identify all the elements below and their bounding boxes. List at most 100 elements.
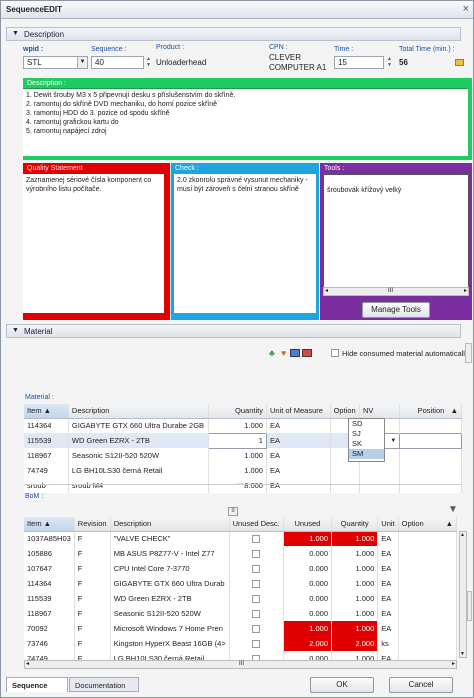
sequence-spinner[interactable]: ▲ ▼ [145,56,152,69]
bom-row[interactable]: 70092 F Microsoft Windows 7 Home Pren 1.000… [24,621,458,636]
folder-icon[interactable] [455,59,464,66]
outer-scroll-thumb[interactable] [467,591,472,621]
bom-row[interactable]: 105886 F MB ASUS P8Z77-V - Intel Z77 0.000 1… [24,546,458,561]
column-header-uom[interactable]: Unit of Measure [266,404,331,419]
sequence-input[interactable]: 40 [91,56,144,69]
time-spinner[interactable]: ▲ ▼ [386,56,393,69]
cpn-value-line1: CLEVER [269,53,302,62]
cell-unused-desc [229,636,284,651]
bom-horizontal-scrollbar[interactable]: ◂ III ▸ [24,660,457,669]
position-input[interactable] [399,432,462,449]
column-header-unit[interactable]: Unit [377,517,399,532]
cell-quantity: 2.000 [331,636,379,651]
tools-item[interactable]: šroubovák křížový velký [327,187,401,194]
transfer-icon[interactable]: ♥ [281,348,286,358]
close-icon[interactable]: × [463,3,469,15]
cell-description: GIGABYTE GTX 660 Ultra Durabe 2GB [68,418,210,433]
tools-list[interactable]: šroubovák křížový velký [323,174,469,295]
bom-row[interactable]: 107647 F CPU Intel Core 7-3770 0.000 1.000 EA [24,561,458,576]
cell-revision: F [74,531,111,546]
scroll-right-icon[interactable]: ▸ [464,287,467,294]
column-header-quantity[interactable]: Quantity [208,404,267,419]
tools-horizontal-scrollbar[interactable]: ◂ III ▸ [323,287,469,296]
unused-desc-checkbox[interactable] [252,580,261,588]
scroll-thumb[interactable]: III [239,661,244,667]
splitter-grip-icon[interactable]: ..... [235,480,243,486]
unused-desc-checkbox[interactable] [252,565,261,573]
column-header-item[interactable]: Item ▲ [24,404,69,419]
quality-text[interactable]: Zaznamenej sériové čísla komponent co vý… [23,174,164,313]
add-material-icon[interactable]: ♣ [269,348,275,358]
scroll-thumb[interactable]: III [388,288,393,294]
description-section-header[interactable]: ▼ Description [6,27,461,41]
cell-option [398,606,458,621]
quantity-input[interactable]: 1 [208,432,267,449]
column-header-quantity[interactable]: Quantity [331,517,379,532]
bom-row[interactable]: 115539 F WD Green EZRX - 2TB 0.000 1.000 EA [24,591,458,606]
cell-option [398,546,458,561]
manage-tools-button[interactable]: Manage Tools [362,302,430,318]
column-header-unused[interactable]: Unused [283,517,333,532]
tab-documentation[interactable]: Documentation [69,677,139,692]
column-header-item[interactable]: Item ▲ [24,517,75,532]
material-scrollbar[interactable] [465,343,472,363]
material-row[interactable]: 115539 WD Green EZRX - 2TB 1 EA ▼ [24,432,462,449]
column-header-revision[interactable]: Revision [74,517,111,532]
cell-revision: F [74,561,111,576]
unused-desc-checkbox[interactable] [252,625,261,633]
ok-button[interactable]: OK [310,677,374,693]
cell-revision: F [74,636,111,651]
column-header-option[interactable]: Option [330,404,360,419]
check-text[interactable]: 2.0 zkonrolu správné vysunut mechaniky -… [174,174,316,313]
list-icon[interactable] [290,349,300,357]
cell-quantity: 1.000 [208,463,267,478]
scroll-right-icon[interactable]: ▸ [452,660,455,667]
nv-option[interactable]: SD [349,419,384,429]
total-time-value: 56 [399,58,408,67]
bom-row[interactable]: 118967 F Seasonic S12II-520 520W 0.000 1.000… [24,606,458,621]
bom-vertical-scrollbar[interactable]: ▲ ▼ [459,531,467,658]
material-row[interactable]: 74749 LG BH10LS30 černá Retail 1.000 EA [24,463,462,478]
cancel-button[interactable]: Cancel [389,677,453,693]
scroll-down-icon[interactable]: ▼ [460,651,465,657]
unused-desc-checkbox[interactable] [252,640,261,648]
column-header-description[interactable]: Description [68,404,210,419]
nv-option[interactable]: SK [349,439,384,449]
bom-row[interactable]: 1037A85H03 F "VALVE CHECK" 1.000 1.000 EA [24,531,458,546]
scroll-up-icon[interactable]: ▲ [460,532,465,538]
hide-consumed-checkbox[interactable] [331,349,339,357]
bom-table: Item ▲ Revision Description Unused Desc.… [24,517,458,666]
unused-desc-checkbox[interactable] [252,535,261,544]
wpid-select[interactable]: STL ▼ [23,56,88,69]
material-section-header[interactable]: ▼ Material [6,324,461,338]
list-toggle-icon[interactable]: ≡ [228,507,238,516]
scroll-left-icon[interactable]: ◂ [325,287,328,294]
column-header-nv[interactable]: NV [359,404,401,419]
cell-description: MB ASUS P8Z77-V - Intel Z77 [110,546,230,561]
bom-row[interactable]: 73746 F Kingston HyperX Beast 16GB (4> 2.00… [24,636,458,651]
material-row[interactable]: 114364 GIGABYTE GTX 660 Ultra Durabe 2GB… [24,418,462,433]
tab-sequence[interactable]: Sequence [6,677,68,692]
column-header-option[interactable]: Option ▲ [398,517,458,532]
bom-row[interactable]: 114364 F GIGABYTE GTX 660 Ultra Durab 0.000… [24,576,458,591]
filter-icon[interactable]: ▼ [448,504,458,515]
unused-desc-checkbox[interactable] [252,595,261,603]
description-text[interactable]: 1. Dewit šrouby M3 x 5 připevnují desku … [23,88,468,156]
cell-unit: EA [377,576,399,591]
col-label: Position [417,406,445,416]
column-header-unused-desc[interactable]: Unused Desc. [229,517,284,532]
nv-option-selected[interactable]: SM [349,449,384,459]
scroll-left-icon[interactable]: ◂ [26,660,29,667]
column-header-description[interactable]: Description [110,517,230,532]
unused-desc-checkbox[interactable] [252,550,261,558]
cell-item: 115539 [24,591,75,606]
unused-desc-checkbox[interactable] [252,610,261,618]
tools-box: Tools : šroubovák křížový velký ◂ III ▸ … [320,163,472,320]
remove-icon[interactable] [302,349,312,357]
column-header-position[interactable]: Position ▲ [399,404,462,419]
cell-option [330,463,360,478]
nv-option[interactable]: SJ [349,429,384,439]
time-input[interactable]: 15 [334,56,384,69]
material-row[interactable]: 118967 Seasonic S12II-520 520W 1.000 EA [24,448,462,463]
window-title: SequenceEDIT [6,5,63,14]
